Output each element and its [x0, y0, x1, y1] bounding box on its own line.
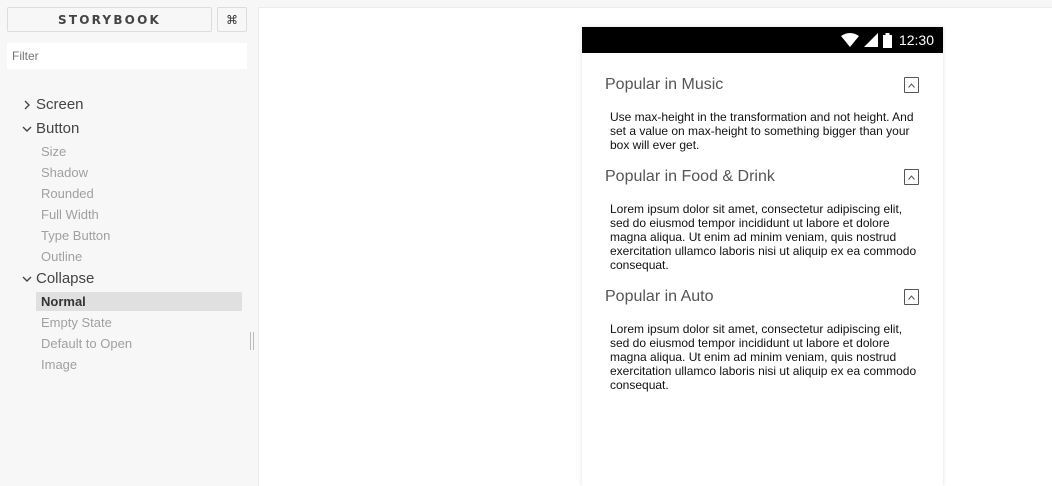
story-item[interactable]: Image — [36, 355, 242, 374]
status-time: 12:30 — [898, 32, 934, 48]
collapse-toggle-button[interactable] — [904, 77, 919, 93]
chevron-down-icon — [18, 120, 36, 138]
chevron-up-icon — [908, 174, 915, 180]
story-item-active[interactable]: Normal — [36, 292, 242, 311]
story-item[interactable]: Default to Open — [36, 334, 242, 353]
story-item[interactable]: Empty State — [36, 313, 242, 332]
section-title[interactable]: Popular in Music — [605, 76, 723, 94]
story-item[interactable]: Type Button — [36, 226, 242, 245]
story-item[interactable]: Size — [36, 142, 242, 161]
section-body: Use max-height in the transformation and… — [610, 110, 914, 152]
chevron-right-icon — [18, 96, 36, 114]
section-body: Lorem ipsum dolor sit amet, consectetur … — [610, 202, 917, 272]
collapse-toggle-button[interactable] — [904, 169, 919, 185]
status-bar: 12:30 — [582, 27, 943, 53]
story-item[interactable]: Full Width — [36, 205, 242, 224]
section-title[interactable]: Popular in Food & Drink — [605, 168, 775, 186]
kind-label: Screen — [36, 96, 84, 113]
kind-screen[interactable]: Screen — [18, 94, 84, 115]
device-frame: 12:30 Popular in Music Use max-height in… — [582, 27, 943, 486]
story-item[interactable]: Shadow — [36, 163, 242, 182]
kind-collapse[interactable]: Collapse — [18, 268, 94, 289]
kind-label: Collapse — [36, 270, 95, 287]
battery-icon — [882, 32, 892, 48]
kind-label: Button — [36, 120, 80, 137]
collapse-toggle-button[interactable] — [904, 289, 919, 305]
storybook-brand-button[interactable]: STORYBOOK — [7, 7, 212, 32]
section-body: Lorem ipsum dolor sit amet, consectetur … — [610, 322, 917, 392]
section-title[interactable]: Popular in Auto — [605, 288, 714, 306]
chevron-up-icon — [908, 294, 915, 300]
filter-input[interactable] — [7, 43, 247, 69]
kind-button[interactable]: Button — [18, 118, 79, 139]
story-item[interactable]: Rounded — [36, 184, 242, 203]
command-icon: ⌘ — [226, 12, 238, 27]
wifi-icon — [840, 33, 859, 47]
signal-icon — [863, 33, 878, 47]
sidebar-resize-handle[interactable] — [250, 332, 254, 350]
chevron-down-icon — [18, 270, 36, 288]
story-item[interactable]: Outline — [36, 247, 242, 266]
sidebar: STORYBOOK ⌘ Screen Button Size Shadow Ro… — [0, 0, 258, 486]
chevron-up-icon — [908, 82, 915, 88]
shortcuts-button[interactable]: ⌘ — [217, 7, 247, 32]
